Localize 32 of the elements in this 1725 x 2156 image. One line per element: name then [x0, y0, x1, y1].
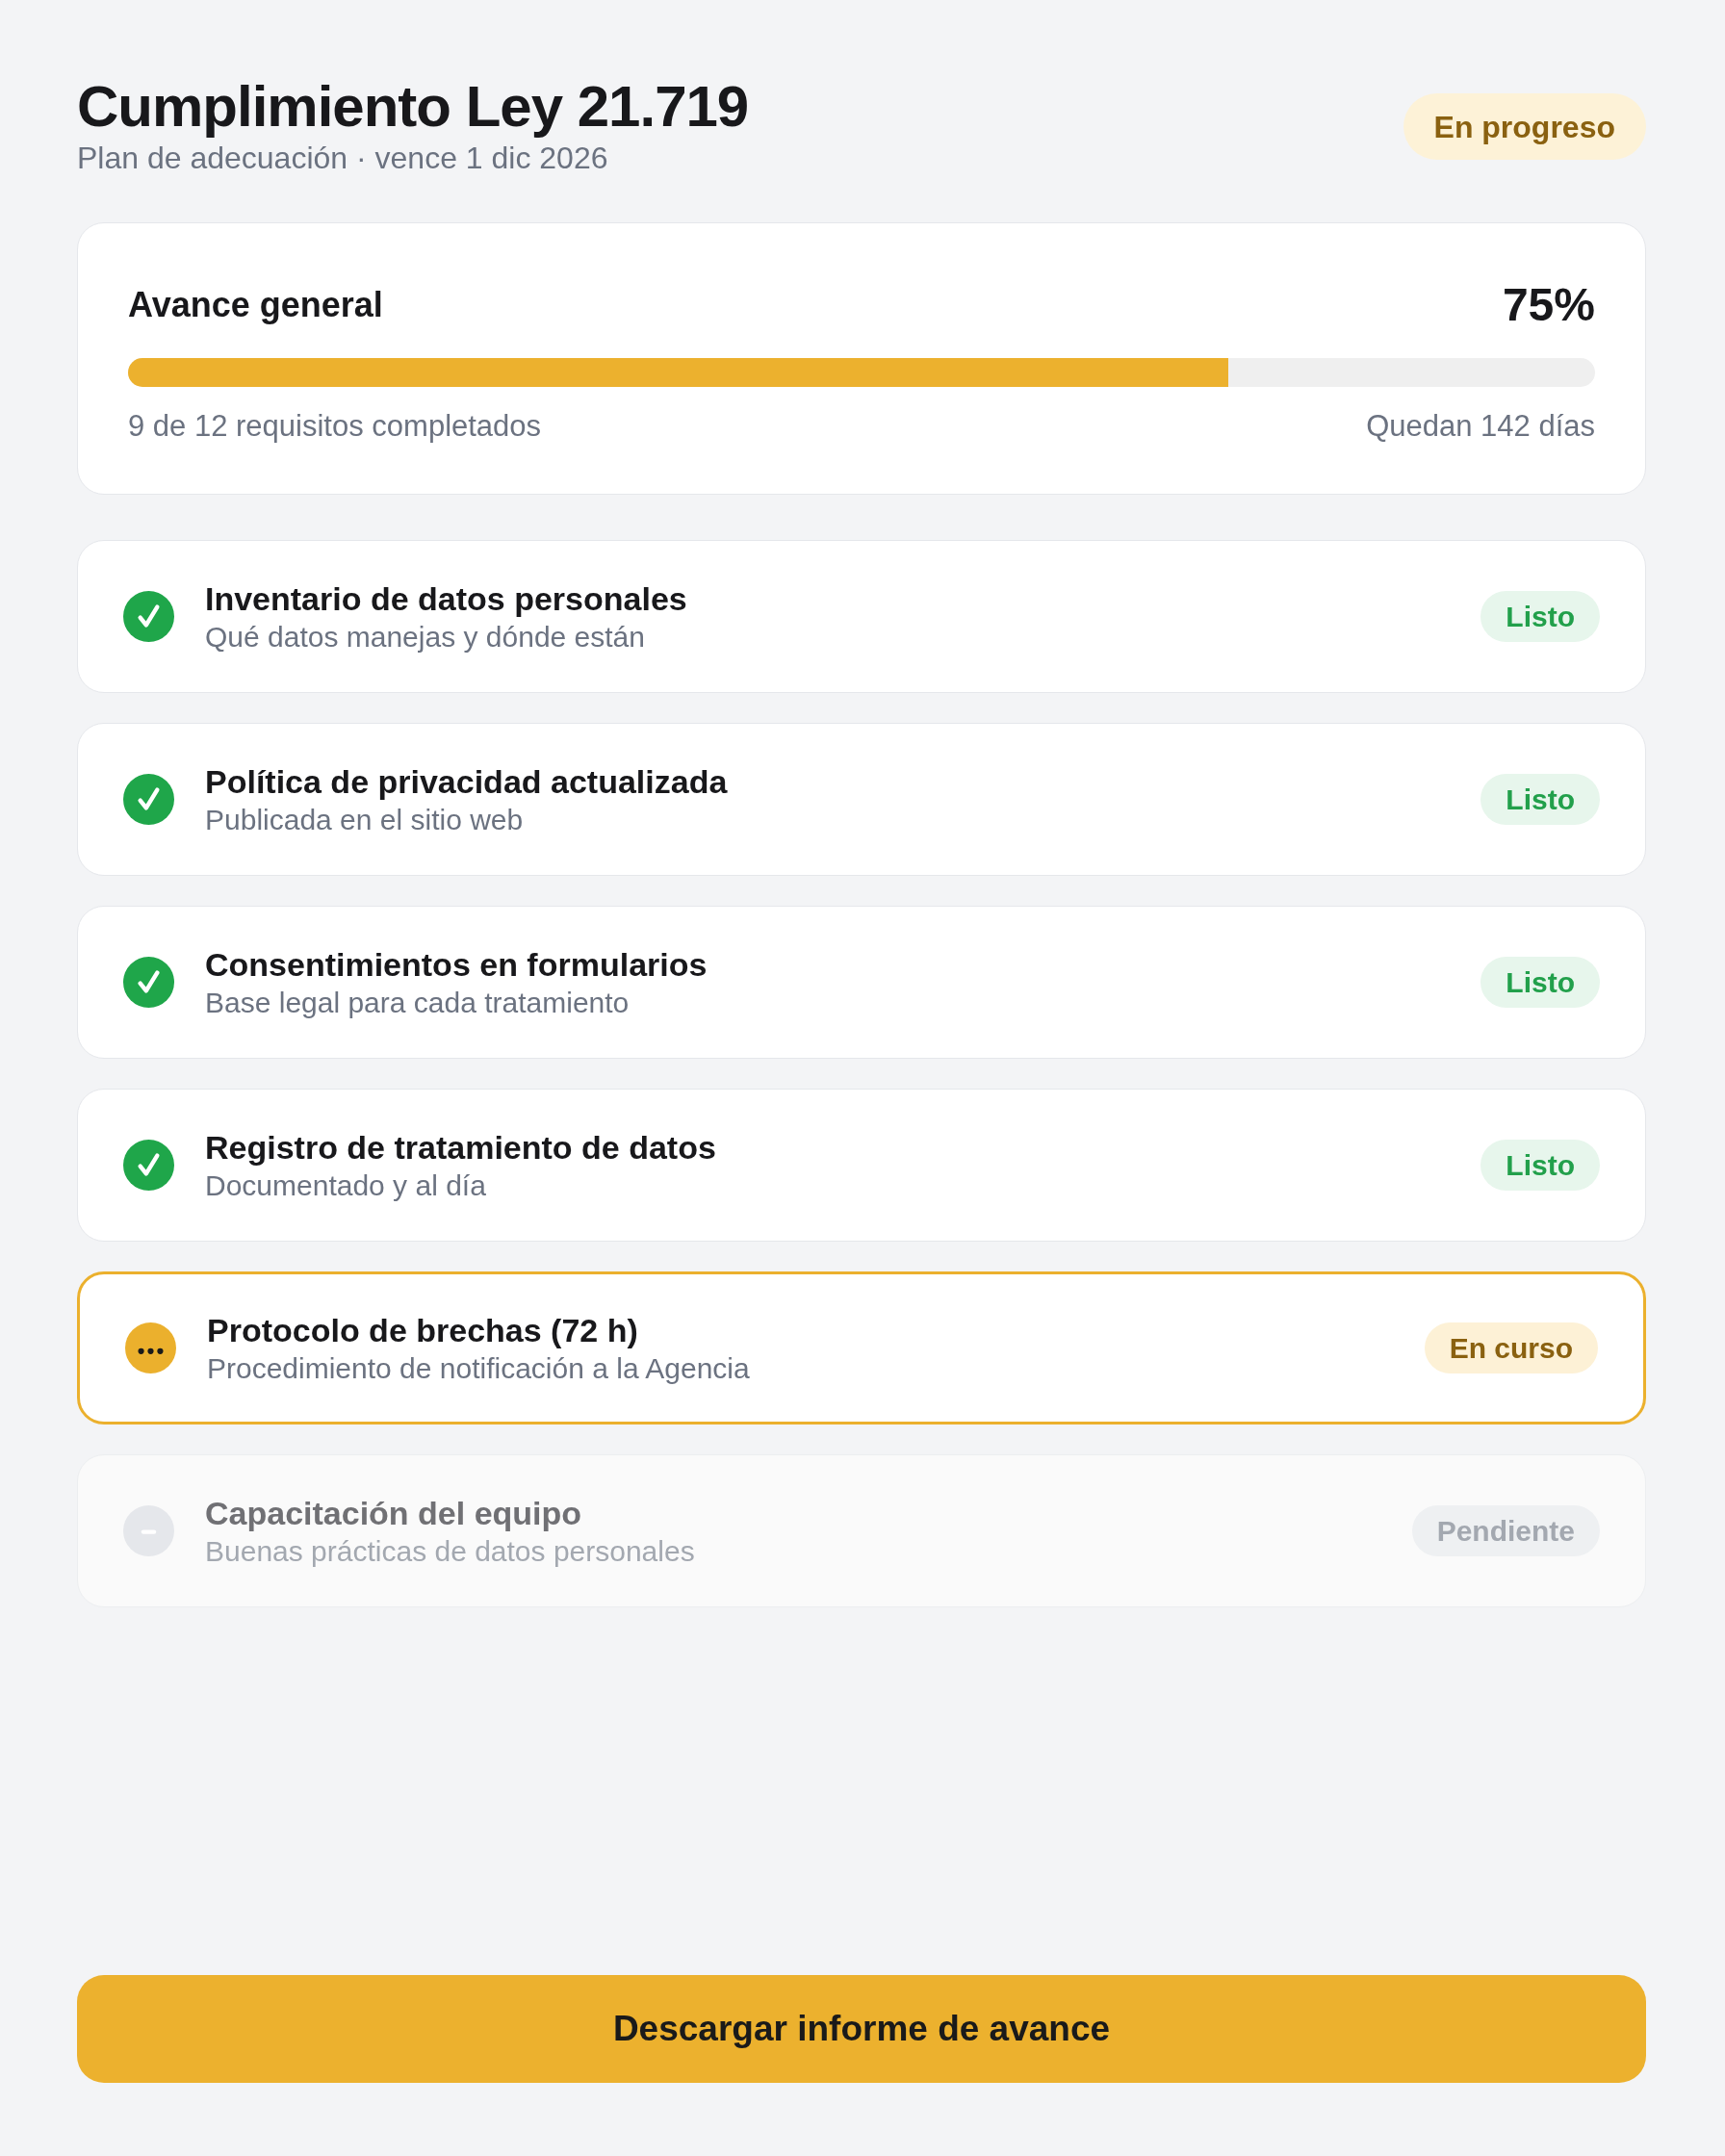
status-badge: Listo — [1480, 957, 1600, 1009]
check-icon — [123, 1140, 174, 1192]
requirement-title: Protocolo de brechas (72 h) — [207, 1310, 639, 1350]
dash-icon — [123, 1505, 174, 1557]
progress-percent: 75% — [1502, 277, 1595, 332]
requirement-title: Registro de tratamiento de datos — [205, 1127, 717, 1168]
status-badge: En curso — [1424, 1322, 1598, 1374]
status-badge: En progreso — [1403, 93, 1646, 161]
requirement-description: Base legal para cada tratamiento — [205, 985, 631, 1020]
page-title: Cumplimiento Ley 21.719 — [77, 75, 749, 139]
requirement-title: Capacitación del equipo — [205, 1493, 583, 1533]
requirement-description: Documentado y al día — [205, 1168, 487, 1203]
status-badge: Listo — [1480, 774, 1600, 826]
requirement-title: Consentimientos en formularios — [205, 944, 708, 985]
requirement-title: Inventario de datos personales — [205, 578, 688, 619]
requirement-title: Política de privacidad actualizada — [205, 761, 729, 802]
requirement-description: Buenas prácticas de datos personales — [205, 1533, 696, 1569]
check-icon — [123, 774, 174, 826]
download-report-button[interactable]: Descargar informe de avance — [77, 1975, 1646, 2083]
requirement-description: Procedimiento de notificación a la Agencia — [207, 1350, 751, 1386]
requirement-description: Qué datos manejas y dónde están — [205, 619, 646, 654]
remaining-days: Quedan 142 días — [1366, 407, 1595, 447]
ellipsis-icon — [125, 1322, 176, 1374]
status-badge: Listo — [1480, 591, 1600, 643]
check-icon — [123, 957, 174, 1009]
status-badge: Pendiente — [1411, 1505, 1600, 1557]
progress-label: Avance general — [128, 283, 383, 325]
page-subtitle: Plan de adecuación · vence 1 dic 2026 — [77, 140, 609, 177]
completed-count: 9 de 12 requisitos completados — [128, 408, 542, 446]
requirement-description: Publicada en el sitio web — [205, 802, 525, 837]
status-badge: Listo — [1480, 1140, 1600, 1192]
check-icon — [123, 591, 174, 643]
